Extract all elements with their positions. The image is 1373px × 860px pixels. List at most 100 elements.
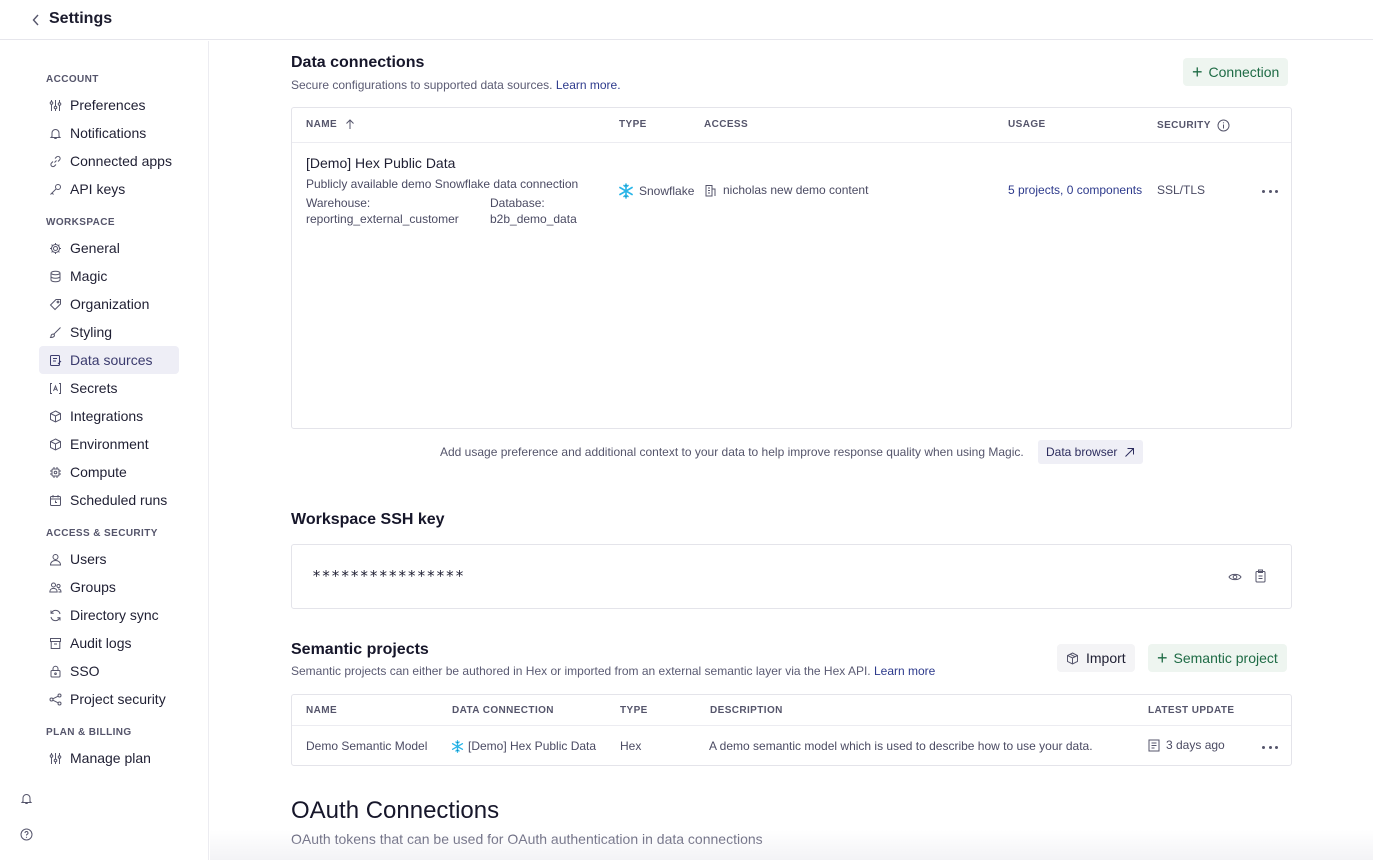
sidebar-section-plan-billing: PLAN & BILLING	[46, 727, 132, 738]
sidebar: ACCOUNT Preferences Notifications Connec…	[0, 41, 209, 860]
sidebar-item-label: Styling	[70, 324, 113, 340]
semantic-description: A demo semantic model which is used to d…	[709, 739, 1093, 753]
archive-icon	[48, 636, 62, 650]
sidebar-item-label: General	[70, 240, 120, 256]
brush-icon	[48, 325, 62, 339]
column-header-access: ACCESS	[704, 119, 749, 130]
connection-access-label: nicholas new demo content	[723, 183, 869, 197]
add-semantic-project-label: Semantic project	[1173, 650, 1278, 666]
sidebar-item-groups[interactable]: Groups	[39, 573, 179, 601]
sidebar-item-general[interactable]: General	[39, 234, 179, 262]
sliders-icon	[48, 98, 62, 112]
more-options-icon[interactable]	[1262, 742, 1278, 752]
sidebar-item-magic[interactable]: Magic	[39, 262, 179, 290]
column-header-security: SECURITY	[1157, 119, 1230, 132]
help-icon[interactable]	[19, 827, 33, 841]
column-header-label: SECURITY	[1157, 120, 1211, 131]
sidebar-section-access-security: ACCESS & SECURITY	[46, 528, 158, 539]
semantic-type: Hex	[620, 739, 642, 753]
snowflake-icon	[451, 739, 464, 753]
more-options-icon[interactable]	[1262, 186, 1278, 196]
header-divider	[292, 142, 1291, 143]
column-header-name[interactable]: NAME	[306, 119, 355, 130]
sidebar-item-data-sources[interactable]: Data sources	[39, 346, 179, 374]
building-icon	[704, 184, 717, 197]
sidebar-item-users[interactable]: Users	[39, 545, 179, 573]
sidebar-section-workspace: WORKSPACE	[46, 217, 115, 228]
semantic-projects-table: NAME DATA CONNECTION TYPE DESCRIPTION LA…	[291, 694, 1292, 766]
sidebar-item-integrations[interactable]: Integrations	[39, 402, 179, 430]
connection-usage-link[interactable]: 5 projects, 0 components	[1008, 183, 1142, 197]
sidebar-item-compute[interactable]: Compute	[39, 458, 179, 486]
chevron-left-icon[interactable]	[30, 12, 42, 28]
data-browser-label: Data browser	[1046, 445, 1118, 459]
sidebar-item-environment[interactable]: Environment	[39, 430, 179, 458]
learn-more-link[interactable]: Learn more.	[556, 78, 621, 92]
sidebar-item-directory-sync[interactable]: Directory sync	[39, 601, 179, 629]
bell-icon[interactable]	[19, 791, 33, 805]
lock-icon	[48, 664, 62, 678]
sidebar-item-label: Magic	[70, 268, 108, 284]
link-icon	[48, 154, 62, 168]
sidebar-item-label: Groups	[70, 579, 116, 595]
ssh-key-value: ****************	[312, 567, 465, 585]
sidebar-item-audit-logs[interactable]: Audit logs	[39, 629, 179, 657]
column-header-name: NAME	[306, 705, 338, 716]
learn-more-link[interactable]: Learn more	[874, 664, 935, 678]
sidebar-item-label: Secrets	[70, 380, 118, 396]
semantic-latest-update-label: 3 days ago	[1166, 738, 1225, 752]
import-label: Import	[1086, 650, 1126, 666]
sidebar-item-manage-plan[interactable]: Manage plan	[39, 744, 179, 772]
clipboard-icon[interactable]	[1253, 569, 1267, 583]
sidebar-item-label: Scheduled runs	[70, 492, 168, 508]
plus-icon: +	[1192, 62, 1203, 82]
share-icon	[48, 692, 62, 706]
sidebar-item-label: Project security	[70, 691, 166, 707]
add-connection-label: Connection	[1208, 64, 1280, 80]
section-title-semantic-projects: Semantic projects	[291, 641, 429, 658]
add-connection-button[interactable]: + Connection	[1183, 58, 1289, 86]
column-header-type: TYPE	[620, 705, 648, 716]
info-icon[interactable]	[1217, 119, 1230, 132]
section-subtitle-oauth: OAuth tokens that can be used for OAuth …	[291, 831, 763, 847]
database-value: b2b_demo_data	[490, 212, 577, 226]
key-icon	[48, 182, 62, 196]
semantic-model-name[interactable]: Demo Semantic Model	[306, 739, 427, 753]
sidebar-item-preferences[interactable]: Preferences	[39, 91, 179, 119]
sidebar-item-connected-apps[interactable]: Connected apps	[39, 147, 179, 175]
subtitle-text: Semantic projects can either be authored…	[291, 664, 871, 678]
warehouse-label: Warehouse:	[306, 196, 371, 210]
chip-icon	[48, 465, 62, 479]
sidebar-item-secrets[interactable]: Secrets	[39, 374, 179, 402]
external-link-icon	[1124, 447, 1135, 458]
document-icon	[1148, 739, 1160, 752]
import-button[interactable]: Import	[1057, 644, 1135, 672]
connection-access: nicholas new demo content	[704, 183, 868, 197]
section-subtitle-semantic-projects: Semantic projects can either be authored…	[291, 664, 935, 678]
sidebar-item-organization[interactable]: Organization	[39, 290, 179, 318]
add-semantic-project-button[interactable]: + Semantic project	[1148, 644, 1287, 672]
sidebar-item-scheduled-runs[interactable]: Scheduled runs	[39, 486, 179, 514]
column-header-description: DESCRIPTION	[710, 705, 783, 716]
sidebar-item-sso[interactable]: SSO	[39, 657, 179, 685]
sidebar-item-project-security[interactable]: Project security	[39, 685, 179, 713]
column-header-type: TYPE	[619, 119, 647, 130]
magic-note: Add usage preference and additional cont…	[440, 445, 1024, 459]
sidebar-item-notifications[interactable]: Notifications	[39, 119, 179, 147]
data-browser-button[interactable]: Data browser	[1038, 440, 1144, 464]
package-icon	[1066, 651, 1079, 665]
eye-icon[interactable]	[1228, 570, 1242, 584]
page-title: Settings	[49, 10, 113, 27]
plus-icon: +	[1157, 648, 1168, 668]
sidebar-item-label: Organization	[70, 296, 150, 312]
sidebar-item-api-keys[interactable]: API keys	[39, 175, 179, 203]
subtitle-text: Secure configurations to supported data …	[291, 78, 553, 92]
semantic-data-connection: [Demo] Hex Public Data	[451, 739, 596, 753]
connection-security: SSL/TLS	[1157, 183, 1206, 197]
section-title-data-connections: Data connections	[291, 54, 425, 71]
connection-name[interactable]: [Demo] Hex Public Data	[306, 155, 455, 171]
column-header-label: NAME	[306, 119, 338, 130]
sidebar-item-label: Compute	[70, 464, 127, 480]
column-header-data-connection: DATA CONNECTION	[452, 705, 554, 716]
sidebar-item-styling[interactable]: Styling	[39, 318, 179, 346]
